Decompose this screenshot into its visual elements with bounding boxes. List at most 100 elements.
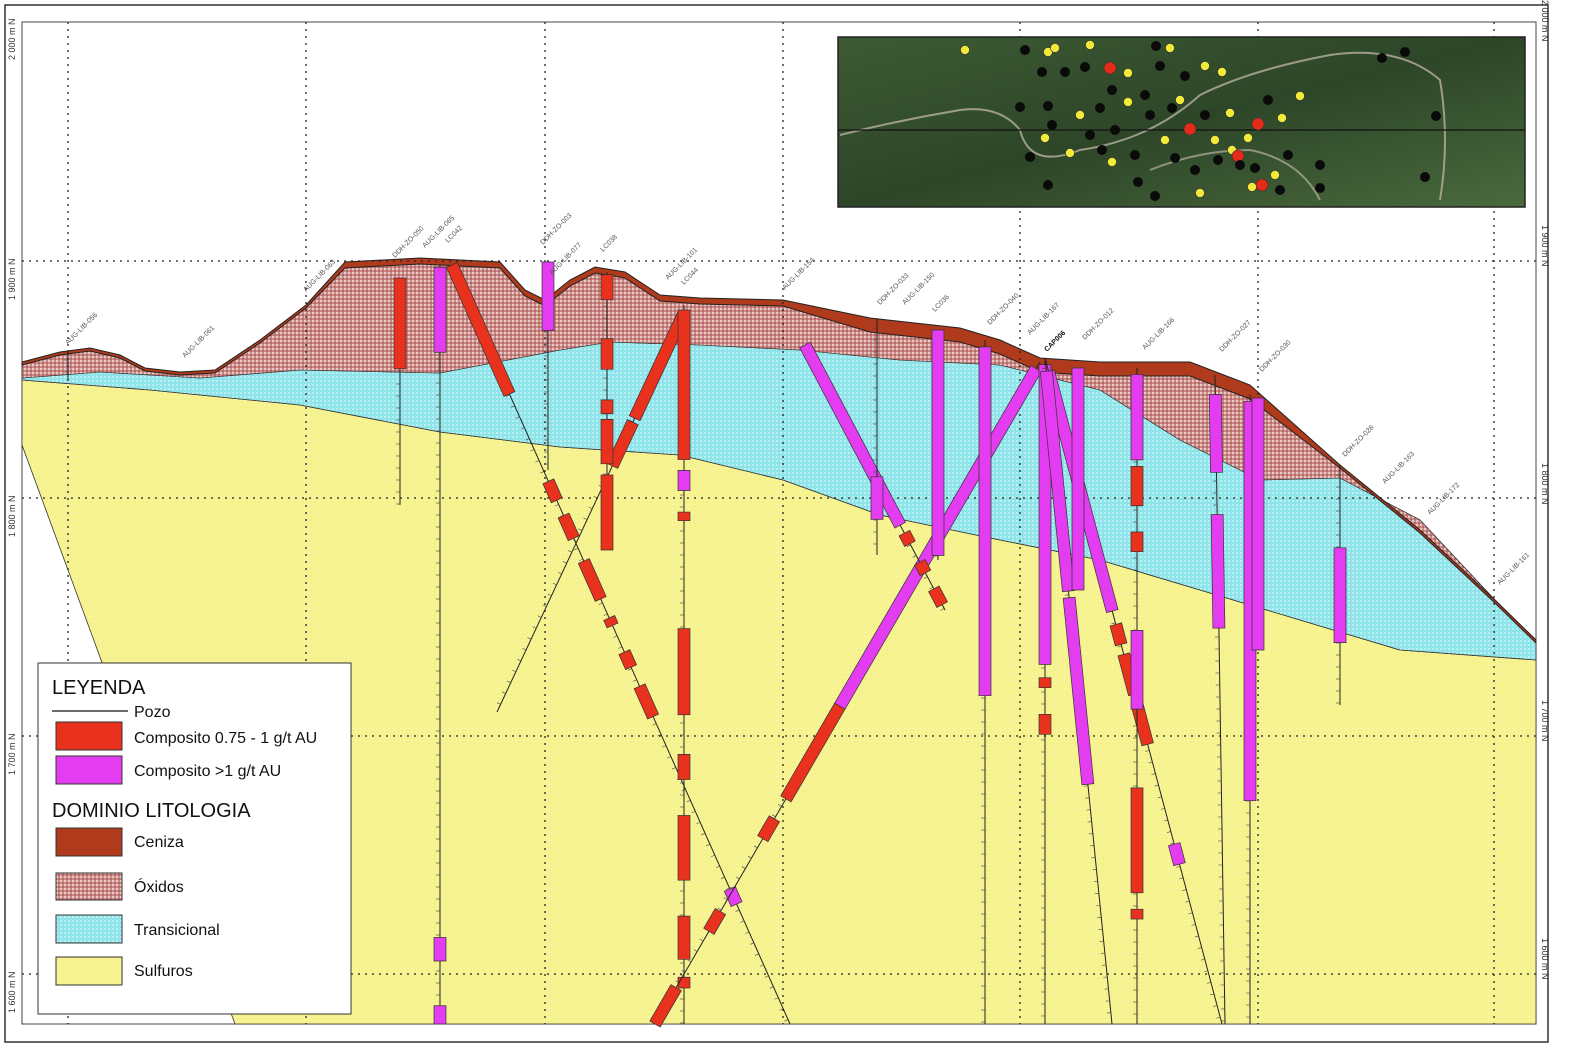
inset-collar-black (1431, 111, 1441, 121)
composite-0.75-1-bar (1131, 788, 1143, 893)
composite-gt1-bar (979, 347, 991, 696)
inset-collar-yellow (1076, 111, 1085, 120)
cross-section-diagram: AUG-LIB-056AUG-LIB-061AUG-LIB-063DDH-ZO-… (0, 0, 1582, 1056)
inset-collar-black (1133, 177, 1143, 187)
inset-collar-yellow (1226, 109, 1235, 118)
inset-collar-black (1060, 67, 1070, 77)
inset-collar-red (1184, 123, 1196, 135)
legend-title: LEYENDA (52, 677, 146, 699)
inset-collar-black (1170, 153, 1180, 163)
drill-hole (1252, 398, 1264, 650)
inset-collar-yellow (1166, 44, 1175, 53)
composite-0.75-1-bar (678, 916, 690, 959)
inset-collar-red (1232, 150, 1244, 162)
axis-label-1900: 1 900 m N (7, 258, 17, 300)
inset-collar-black (1190, 165, 1200, 175)
inset-collar-black (1145, 110, 1155, 120)
legend-composite-high: Composito >1 g/t AU (134, 763, 281, 780)
inset-collar-black (1110, 125, 1120, 135)
legend-well: Pozo (134, 704, 171, 721)
inset-collar-black (1043, 180, 1053, 190)
axis-label-1600: 1 600 m N (7, 971, 17, 1013)
drill-hole (1072, 368, 1084, 590)
composite-gt1-bar (434, 937, 446, 961)
inset-collar-yellow (961, 46, 970, 55)
inset-collar-black (1020, 45, 1030, 55)
composite-gt1-bar (1131, 630, 1143, 709)
composite-0.75-1-bar (1131, 532, 1143, 552)
location-inset-map (838, 37, 1525, 207)
swatch-ceniza (56, 828, 122, 856)
composite-0.75-1-bar (1131, 909, 1143, 919)
inset-collar-black (1250, 163, 1260, 173)
composite-gt1-bar (434, 1006, 446, 1024)
composite-gt1-bar (1252, 398, 1264, 650)
inset-collar-black (1377, 53, 1387, 63)
axis-label-2000: 2 000 m N (7, 18, 17, 60)
inset-collar-yellow (1218, 68, 1227, 77)
inset-collar-yellow (1108, 158, 1117, 167)
axis-right-1600: 1 600 m N (1540, 938, 1550, 980)
axis-right-1900: 1 900 m N (1540, 225, 1550, 267)
inset-collar-yellow (1211, 136, 1220, 145)
composite-gt1-bar (1211, 514, 1225, 628)
axis-right-2000: 2 000 m N (1540, 0, 1550, 42)
composite-gt1-bar (871, 477, 883, 520)
inset-collar-black (1097, 145, 1107, 155)
composite-0.75-1-bar (678, 815, 690, 880)
inset-collar-black (1015, 102, 1025, 112)
swatch-composite-high (56, 756, 122, 784)
inset-collar-black (1025, 152, 1035, 162)
composite-0.75-1-bar (601, 419, 613, 463)
inset-collar-yellow (1271, 171, 1280, 180)
inset-collar-yellow (1086, 41, 1095, 50)
inset-collar-yellow (1124, 98, 1133, 107)
composite-0.75-1-bar (1039, 714, 1051, 734)
inset-collar-yellow (1278, 114, 1287, 123)
inset-collar-yellow (1161, 136, 1170, 145)
axis-label-1800: 1 800 m N (7, 495, 17, 537)
inset-collar-black (1263, 95, 1273, 105)
inset-collar-red (1104, 62, 1116, 74)
inset-collar-yellow (1244, 134, 1253, 143)
inset-collar-black (1085, 130, 1095, 140)
inset-collar-black (1095, 103, 1105, 113)
drill-hole (932, 330, 944, 560)
inset-collar-red (1256, 179, 1268, 191)
inset-collar-black (1151, 41, 1161, 51)
legend-oxidos: Óxidos (134, 877, 184, 896)
composite-gt1-bar (1072, 368, 1084, 590)
composite-0.75-1-bar (678, 512, 690, 521)
composite-0.75-1-bar (601, 339, 613, 370)
swatch-transicional (56, 915, 122, 943)
legend-transicional: Transicional (134, 922, 220, 939)
inset-collar-red (1252, 118, 1264, 130)
composite-0.75-1-bar (1039, 678, 1051, 688)
composite-gt1-bar (434, 267, 446, 352)
composite-0.75-1-bar (601, 275, 613, 300)
inset-collar-yellow (1201, 62, 1210, 71)
inset-collar-black (1420, 172, 1430, 182)
composite-0.75-1-bar (394, 278, 406, 369)
inset-collar-yellow (1041, 134, 1050, 143)
inset-collar-black (1047, 120, 1057, 130)
legend-composite-low: Composito 0.75 - 1 g/t AU (134, 730, 317, 747)
composite-gt1-bar (678, 470, 690, 490)
inset-collar-black (1037, 67, 1047, 77)
inset-collar-black (1080, 62, 1090, 72)
inset-collar-black (1200, 110, 1210, 120)
inset-collar-black (1150, 191, 1160, 201)
inset-collar-black (1043, 101, 1053, 111)
inset-collar-yellow (1248, 183, 1257, 192)
legend: LEYENDA Pozo Composito 0.75 - 1 g/t AU C… (38, 663, 351, 1014)
composite-0.75-1-bar (678, 977, 690, 988)
composite-0.75-1-bar (601, 475, 613, 550)
composite-0.75-1-bar (678, 754, 690, 779)
axis-right-1800: 1 800 m N (1540, 463, 1550, 505)
axis-right-1700: 1 700 m N (1540, 700, 1550, 742)
composite-0.75-1-bar (678, 629, 690, 715)
drill-hole (678, 305, 690, 1024)
inset-collar-black (1155, 61, 1165, 71)
inset-collar-yellow (1124, 69, 1133, 78)
inset-collar-yellow (1176, 96, 1185, 105)
